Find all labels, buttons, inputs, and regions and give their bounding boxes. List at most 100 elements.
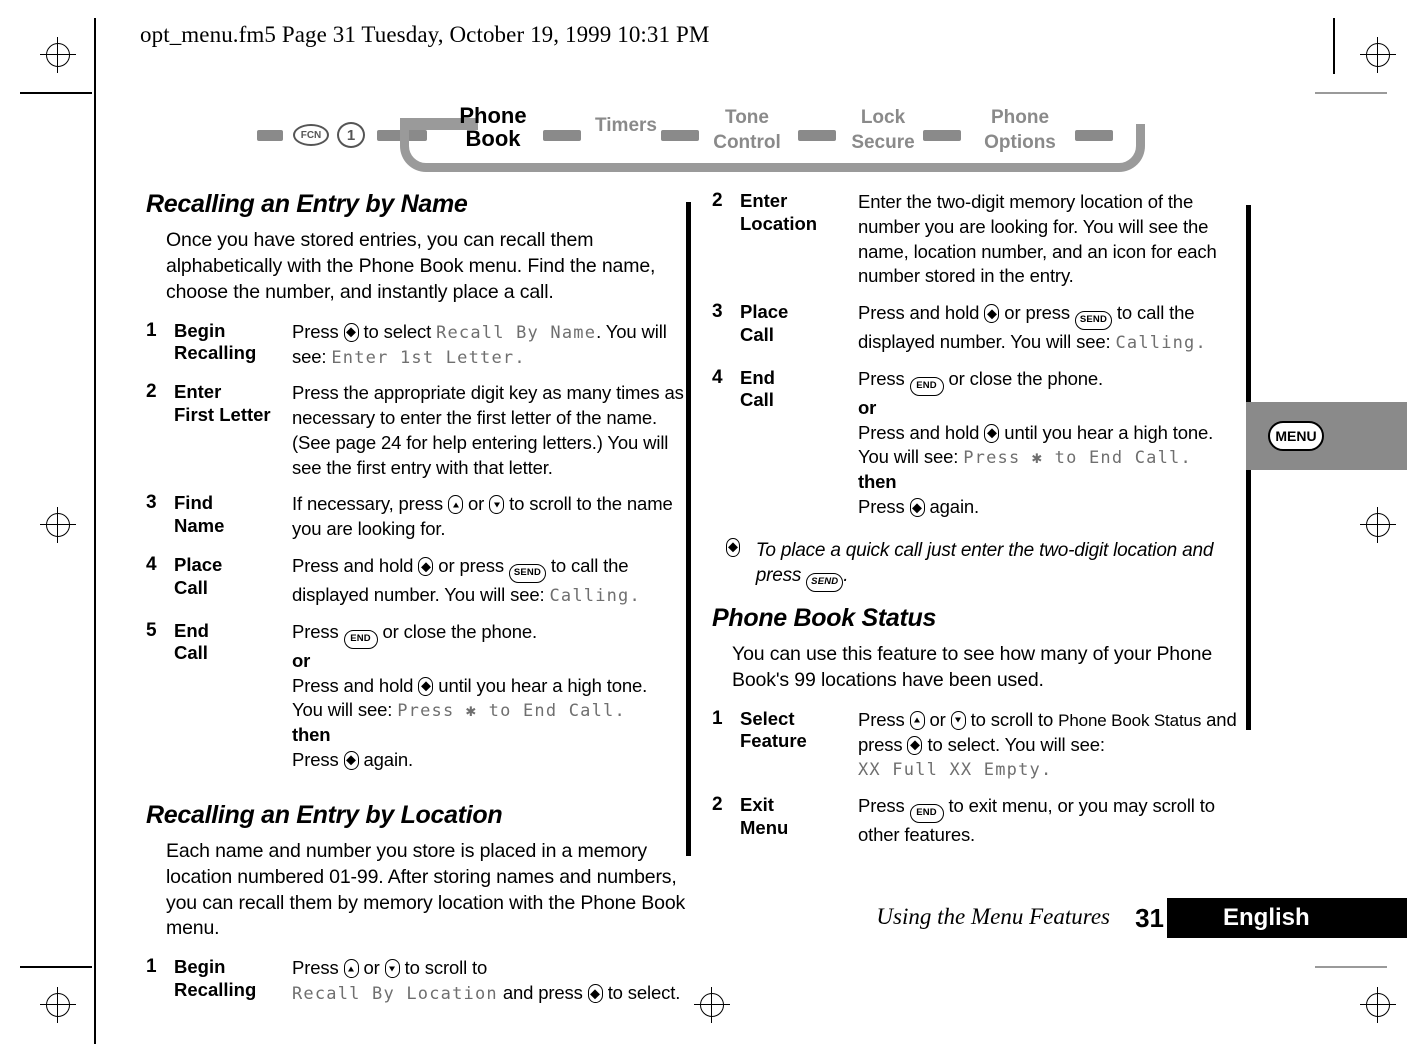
- lcd-display-text: Calling.: [1115, 333, 1207, 354]
- file-header-line: opt_menu.fm5 Page 31 Tuesday, October 19…: [140, 22, 710, 47]
- nav-item-phone-options[interactable]: Phone Options: [965, 106, 1075, 155]
- step-row: 1 Begin Recalling Press to select Recall By…: [146, 320, 691, 382]
- body-text: Press and hold: [292, 674, 419, 696]
- step-number: 1: [712, 707, 723, 729]
- section-intro-phone-book-status: You can use this feature to see how many…: [732, 642, 1213, 691]
- nav-down-icon: [384, 959, 400, 979]
- nav-select-icon: [418, 676, 434, 696]
- step-number: 3: [146, 492, 157, 514]
- step-number: 2: [712, 794, 723, 816]
- connector-word: or: [858, 396, 877, 418]
- step-number: 4: [712, 366, 723, 388]
- nav-select-icon: [984, 423, 1000, 443]
- connector-word: or: [292, 649, 311, 671]
- step-number: 1: [146, 956, 157, 978]
- step-term: Begin Recalling: [174, 956, 257, 1000]
- left-column: Recalling an Entry by Name Once you have…: [146, 190, 691, 1018]
- page-footer: Using the Menu Features 31 English: [0, 898, 1407, 940]
- body-text: You will see:: [858, 446, 964, 468]
- step-description: Enter the two-digit memory location of t…: [858, 190, 1257, 301]
- right-column: 2 Enter Location Enter the two-digit memory…: [712, 190, 1257, 860]
- nav-item-timers[interactable]: Timers: [583, 115, 669, 136]
- body-text: Press: [292, 620, 344, 642]
- step-row: 4 End Call Press END or close the phone. or P…: [712, 367, 1257, 532]
- step-row: 4 Place Call Press and hold or press SEND t…: [146, 554, 691, 620]
- end-key-icon: END: [909, 804, 944, 824]
- digit-key-1[interactable]: 1: [337, 122, 365, 148]
- lcd-display-text: Calling.: [549, 586, 641, 607]
- step-term: Begin Recalling: [174, 319, 257, 364]
- step-term: Enter First Letter: [174, 381, 271, 425]
- nav-dash-0: [257, 130, 283, 141]
- step-number: 1: [146, 319, 157, 341]
- nav-dash-2: [543, 130, 581, 141]
- menu-name-text: Phone Book Status: [1058, 710, 1202, 730]
- nav-select-icon: [343, 750, 359, 770]
- body-text: and press: [497, 982, 588, 1004]
- body-text: to select. You will see:: [922, 733, 1105, 755]
- side-tab-menu[interactable]: MENU: [1246, 402, 1407, 470]
- end-key-icon: END: [343, 629, 378, 649]
- body-text: until you hear a high tone.: [433, 674, 648, 696]
- lcd-display-text: Press ✱ to End Call.: [963, 448, 1192, 469]
- lcd-display-text: Enter 1st Letter.: [331, 347, 526, 368]
- body-text: Press the appropriate digit key as many …: [292, 382, 684, 478]
- nav-select-icon: [726, 537, 740, 557]
- step-row: 2 Enter Location Enter the two-digit memory…: [712, 190, 1257, 301]
- nav-dash-4: [798, 130, 836, 141]
- registration-mark-mid-left: [38, 505, 78, 545]
- page-border-right: [1333, 18, 1335, 74]
- nav-up-icon: [909, 710, 925, 730]
- end-key-icon: END: [909, 376, 944, 396]
- step-term: Select Feature: [740, 707, 807, 752]
- step-number: 2: [712, 190, 723, 211]
- lcd-display-text: Recall By Location: [292, 984, 498, 1005]
- nav-item-tone-control[interactable]: Tone Control: [697, 106, 797, 155]
- page-border-left: [94, 18, 96, 1044]
- fcn-key[interactable]: FCN: [293, 124, 329, 146]
- crop-line-left-bottom: [20, 966, 92, 968]
- document-page: opt_menu.fm5 Page 31 Tuesday, October 19…: [0, 0, 1407, 1062]
- lcd-display-text: Press ✱ to End Call.: [397, 701, 626, 722]
- nav-select-icon: [907, 735, 923, 755]
- step-term: Exit Menu: [740, 794, 789, 838]
- section-heading-phone-book-status: Phone Book Status: [712, 603, 937, 632]
- body-text: Enter the two-digit memory location of t…: [858, 191, 1217, 287]
- nav-down-icon: [950, 710, 966, 730]
- body-text: to select: [358, 320, 437, 342]
- step-description: If necessary, press or to scroll to the …: [292, 492, 691, 554]
- step-row: 3 Place Call Press and hold or press SEND t…: [712, 301, 1257, 367]
- step-description: Press or to scroll to Recall By Location…: [292, 956, 691, 1018]
- step-term: Find Name: [174, 492, 225, 537]
- body-text: to select.: [602, 982, 681, 1004]
- body-text: again.: [358, 748, 414, 770]
- send-key-icon: SEND: [806, 572, 844, 592]
- footer-title: Using the Menu Features: [876, 904, 1110, 929]
- step-term: End Call: [174, 619, 209, 664]
- step-term: End Call: [740, 366, 775, 411]
- nav-select-icon: [418, 557, 434, 577]
- step-term: Place Call: [174, 554, 223, 598]
- step-description: Press or to scroll to Phone Book Status …: [858, 708, 1257, 794]
- nav-item-lock-secure[interactable]: Lock Secure: [833, 106, 933, 155]
- menu-navigation-map: FCN 1 Phone Book Timers Tone Control Loc…: [255, 100, 1145, 175]
- send-key-icon: SEND: [1074, 311, 1112, 331]
- nav-up-icon: [448, 495, 464, 515]
- body-text: or: [924, 708, 951, 730]
- body-text: Press and hold: [292, 555, 419, 577]
- body-text: to scroll to: [965, 708, 1059, 730]
- body-text: or: [463, 493, 490, 515]
- body-text: Press: [292, 748, 344, 770]
- step-row: 2 Exit Menu Press END to exit menu, or you …: [712, 794, 1257, 860]
- step-row: 5 End Call Press END or close the phone. or P…: [146, 620, 691, 785]
- nav-item-phone-book[interactable]: Phone Book: [445, 104, 541, 151]
- body-text: Press: [858, 367, 910, 389]
- body-text: Press: [858, 496, 910, 518]
- body-text: You will see:: [292, 699, 398, 721]
- lcd-display-text: XX Full XX Empty.: [858, 760, 1053, 781]
- nav-select-icon: [909, 498, 925, 518]
- steps-table-phone-book-status: 1 Select Feature Press or to scroll to Phon…: [712, 708, 1257, 860]
- menu-key-icon[interactable]: MENU: [1268, 421, 1324, 451]
- step-row: 1 Select Feature Press or to scroll to Phon…: [712, 708, 1257, 794]
- steps-table-recall-by-location-continued: 2 Enter Location Enter the two-digit memory…: [712, 190, 1257, 532]
